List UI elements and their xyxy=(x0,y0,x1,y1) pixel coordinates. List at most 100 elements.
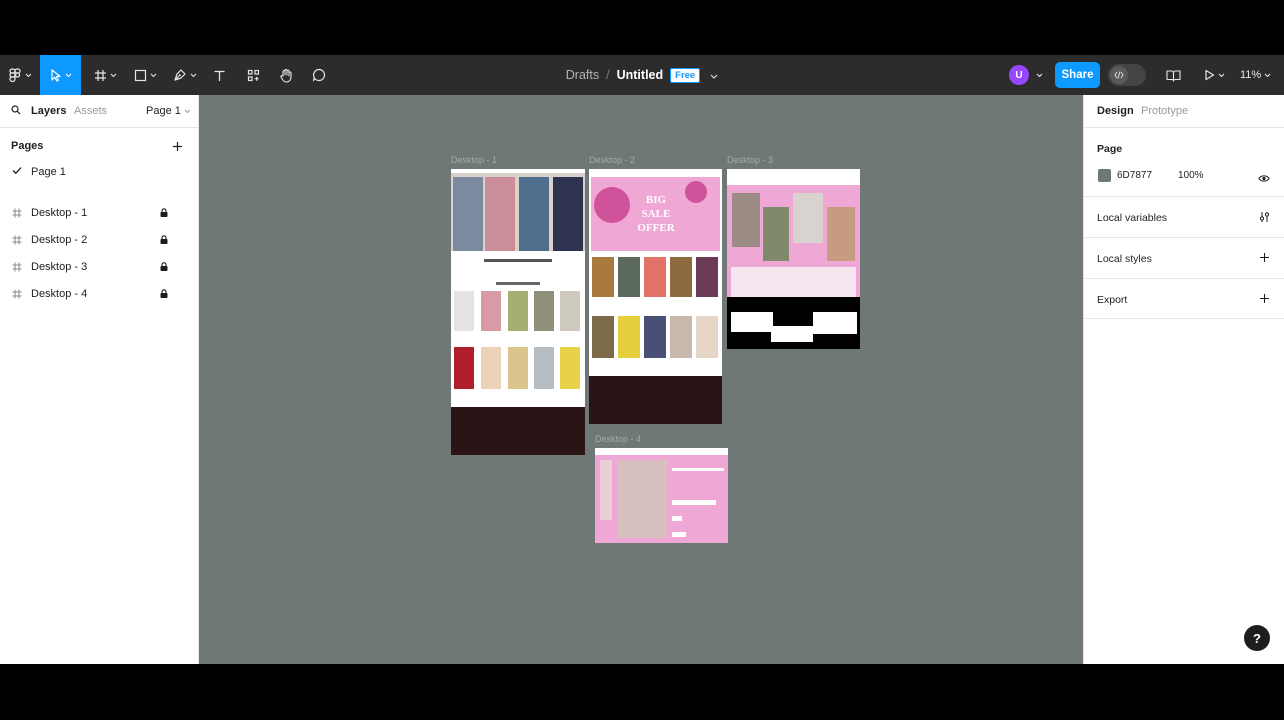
text-tool-button[interactable] xyxy=(208,55,230,95)
add-export-plus-icon[interactable] xyxy=(1259,293,1270,307)
dev-mode-toggle[interactable] xyxy=(1108,64,1146,86)
page-color-swatch[interactable] xyxy=(1098,169,1111,182)
model-photo xyxy=(827,207,855,261)
quantity-box xyxy=(672,516,682,521)
layer-row-desktop-4[interactable]: Desktop - 4 xyxy=(0,283,199,305)
resources-button[interactable] xyxy=(242,55,264,95)
product-thumb xyxy=(592,316,614,358)
present-button[interactable] xyxy=(1199,55,1229,95)
banner-text-offer: OFFER xyxy=(637,222,675,234)
layer-label: Desktop - 1 xyxy=(31,207,88,219)
eye-icon[interactable] xyxy=(1258,170,1270,188)
page-color-opacity-input[interactable]: 100% xyxy=(1178,170,1204,181)
shape-tool-button[interactable] xyxy=(128,55,162,95)
local-variables-section[interactable]: Local variables xyxy=(1084,196,1284,237)
chevron-down-icon xyxy=(190,73,197,78)
move-tool-button[interactable] xyxy=(40,55,81,95)
sliders-icon[interactable] xyxy=(1259,211,1270,226)
frame-desktop-3[interactable] xyxy=(727,169,860,349)
frame-desktop-4[interactable] xyxy=(595,448,728,543)
product-thumb xyxy=(534,291,554,331)
hero-model-photo xyxy=(519,177,549,251)
info-card xyxy=(771,326,813,342)
breadcrumb-separator: / xyxy=(606,68,610,82)
layer-row-desktop-2[interactable]: Desktop - 2 xyxy=(0,229,199,251)
left-sidebar: Layers Assets Page 1 Pages Page 1 Deskto… xyxy=(0,95,199,664)
frame-label-desktop-2[interactable]: Desktop - 2 xyxy=(589,155,635,165)
product-thumb xyxy=(508,347,528,389)
page-color-hex-input[interactable]: 6D7877 xyxy=(1117,170,1152,181)
rectangle-icon xyxy=(134,69,147,82)
plan-badge[interactable]: Free xyxy=(670,67,701,83)
frame-hash-icon xyxy=(12,262,22,275)
pen-tool-button[interactable] xyxy=(168,55,202,95)
main-menu-button[interactable] xyxy=(0,55,40,95)
banner-text-big: BIG xyxy=(645,194,667,206)
product-thumb xyxy=(508,291,528,331)
add-page-plus-icon[interactable] xyxy=(172,139,183,157)
book-open-icon xyxy=(1165,69,1181,82)
product-main-photo xyxy=(617,460,667,538)
library-button[interactable] xyxy=(1162,55,1184,95)
product-thumb xyxy=(454,291,474,331)
text-t-icon xyxy=(213,69,226,82)
frame-label-desktop-3[interactable]: Desktop - 3 xyxy=(727,155,773,165)
product-thumb xyxy=(560,291,580,331)
size-options xyxy=(672,500,716,505)
page-item-page-1[interactable]: Page 1 xyxy=(0,162,199,182)
export-section[interactable]: Export xyxy=(1084,278,1284,319)
layer-row-desktop-3[interactable]: Desktop - 3 xyxy=(0,256,199,278)
hand-tool-button[interactable] xyxy=(275,55,297,95)
frame-desktop-1[interactable] xyxy=(451,169,585,455)
section-label: Local variables xyxy=(1097,212,1168,224)
design-canvas[interactable]: Desktop - 1 Desktop - 2 BIG SALE OFFER D… xyxy=(199,95,1083,664)
tab-assets[interactable]: Assets xyxy=(74,105,107,117)
file-title[interactable]: Untitled xyxy=(617,68,664,82)
model-photo xyxy=(763,207,789,261)
page-section-heading: Page xyxy=(1097,143,1123,155)
lock-icon[interactable] xyxy=(160,208,168,220)
zoom-menu[interactable]: 11% xyxy=(1240,55,1271,95)
banner-text-sale: SALE xyxy=(641,208,671,220)
hero-model-photo xyxy=(453,177,483,251)
comment-tool-button[interactable] xyxy=(308,55,330,95)
frame-desktop-2[interactable]: BIG SALE OFFER xyxy=(589,169,722,424)
page-selector[interactable]: Page 1 xyxy=(146,105,191,117)
frame-hash-icon xyxy=(12,289,22,302)
cursor-arrow-icon xyxy=(50,68,62,82)
lock-icon[interactable] xyxy=(160,289,168,301)
tab-layers[interactable]: Layers xyxy=(31,105,66,117)
product-thumb xyxy=(644,316,666,358)
frame-label-desktop-4[interactable]: Desktop - 4 xyxy=(595,434,641,444)
layer-row-desktop-1[interactable]: Desktop - 1 xyxy=(0,202,199,224)
pen-nib-icon xyxy=(173,68,187,82)
frame-label-desktop-1[interactable]: Desktop - 1 xyxy=(451,155,497,165)
help-button[interactable]: ? xyxy=(1244,625,1270,651)
layer-label: Desktop - 4 xyxy=(31,288,88,300)
section-label: Local styles xyxy=(1097,253,1152,265)
user-avatar[interactable]: U xyxy=(1009,65,1029,85)
tab-prototype[interactable]: Prototype xyxy=(1141,105,1188,117)
avatar-menu-chevron-icon[interactable] xyxy=(1033,55,1045,95)
lock-icon[interactable] xyxy=(160,235,168,247)
comment-bubble-icon xyxy=(312,68,326,82)
search-icon[interactable] xyxy=(11,105,21,118)
share-button[interactable]: Share xyxy=(1055,62,1100,88)
chevron-down-icon xyxy=(65,73,72,78)
frame-tool-button[interactable] xyxy=(88,55,122,95)
code-brackets-icon xyxy=(1110,66,1128,84)
play-icon xyxy=(1204,69,1215,81)
file-menu-chevron-icon[interactable] xyxy=(710,68,718,82)
frame-hash-icon xyxy=(12,208,22,221)
pages-heading: Pages xyxy=(11,140,44,152)
lock-icon[interactable] xyxy=(160,262,168,274)
tab-design[interactable]: Design xyxy=(1097,105,1134,117)
components-grid-icon xyxy=(247,69,260,82)
product-title-bar xyxy=(672,468,724,471)
local-styles-section[interactable]: Local styles xyxy=(1084,237,1284,278)
add-style-plus-icon[interactable] xyxy=(1259,252,1270,266)
hand-icon xyxy=(279,68,294,83)
figma-app: Drafts / Untitled Free U Share 11% Layer… xyxy=(0,0,1284,720)
drafts-link[interactable]: Drafts xyxy=(566,68,599,82)
add-to-cart-box xyxy=(672,532,686,537)
